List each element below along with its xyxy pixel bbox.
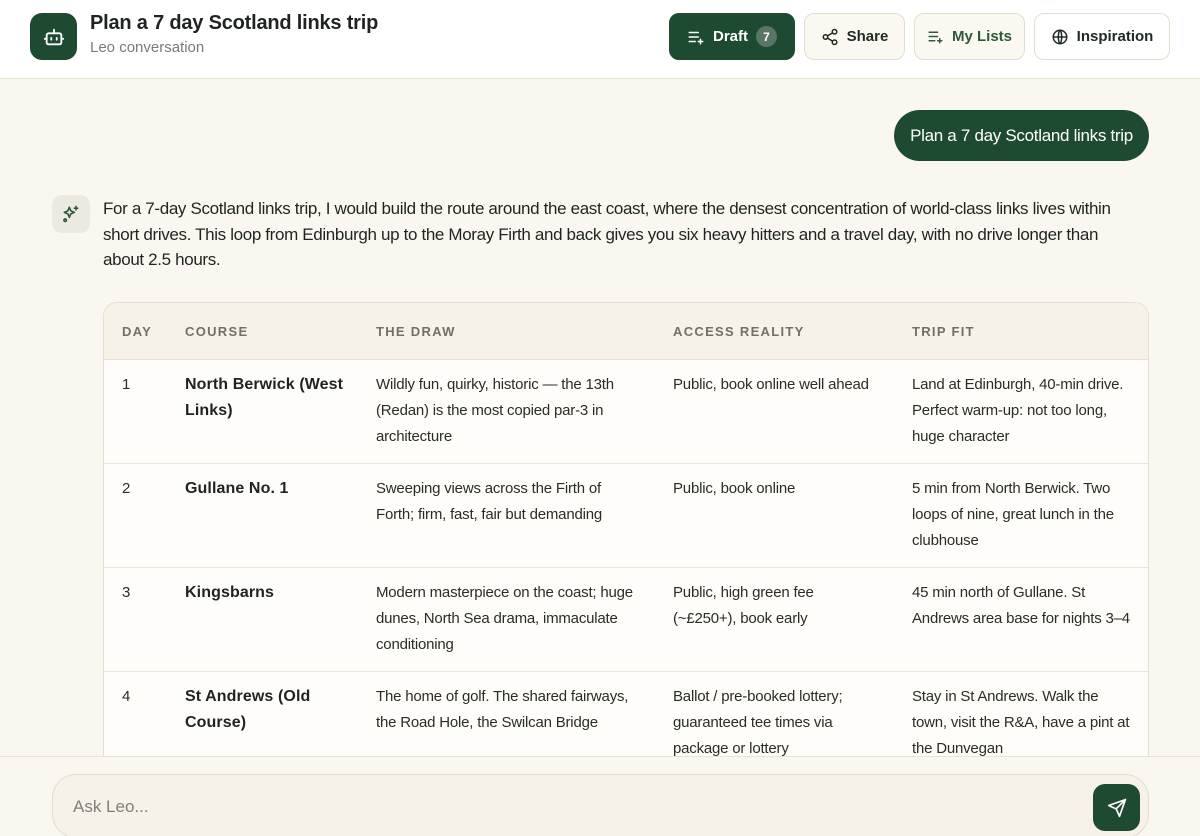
- draft-label: Draft: [712, 28, 748, 45]
- cell-trip-fit: Land at Edinburgh, 40-min drive. Perfect…: [912, 376, 1124, 445]
- page-title: Plan a 7 day Scotland links trip: [90, 12, 379, 34]
- cell-day: 4: [122, 688, 131, 705]
- cell-access: Ballot / pre-booked lottery; guaranteed …: [673, 688, 843, 757]
- robot-icon: [43, 28, 64, 45]
- app-logo[interactable]: [30, 13, 77, 60]
- cell-draw: The home of golf. The shared fairways, t…: [376, 688, 629, 731]
- column-header-access: ACCESS REALITY: [673, 324, 805, 339]
- cell-draw: Sweeping views across the Firth of Forth…: [376, 480, 603, 523]
- title-block: Plan a 7 day Scotland links trip Leo con…: [90, 12, 378, 56]
- send-button[interactable]: [1093, 784, 1140, 831]
- cell-course: Kingsbarns: [185, 584, 275, 601]
- list-plus-icon: [928, 31, 943, 44]
- globe-icon: [1052, 29, 1068, 44]
- column-header-day: DAY: [122, 324, 153, 339]
- cell-day: 1: [122, 376, 131, 393]
- cell-access: Public, book online: [673, 480, 796, 497]
- cell-access: Public, high green fee (~£250+), book ea…: [673, 584, 814, 627]
- share-icon: [822, 28, 838, 45]
- table-row: 2 Gullane No. 1 Sweeping views across th…: [104, 464, 1148, 568]
- send-icon: [1107, 798, 1126, 817]
- draft-count-badge: 7: [756, 26, 777, 47]
- column-header-trip-fit: TRIP FIT: [912, 324, 975, 339]
- column-header-course: COURSE: [185, 324, 249, 339]
- cell-course: St Andrews (Old Course): [185, 688, 311, 731]
- app-header: Plan a 7 day Scotland links trip Leo con…: [0, 0, 1200, 79]
- assistant-avatar: [52, 195, 90, 233]
- cell-access: Public, book online well ahead: [673, 376, 869, 393]
- cell-trip-fit: 5 min from North Berwick. Two loops of n…: [912, 480, 1114, 549]
- column-header-draw: THE DRAW: [376, 324, 456, 339]
- draft-button[interactable]: Draft 7: [669, 13, 795, 60]
- assistant-message: For a 7-day Scotland links trip, I would…: [103, 199, 1111, 269]
- cell-trip-fit: Stay in St Andrews. Walk the town, visit…: [912, 688, 1130, 757]
- share-label: Share: [846, 28, 889, 45]
- inspiration-button[interactable]: Inspiration: [1034, 13, 1170, 60]
- itinerary-table: DAY COURSE THE DRAW ACCESS REALITY TRIP …: [103, 302, 1149, 822]
- my-lists-button[interactable]: My Lists: [914, 13, 1025, 60]
- user-message-bubble: Plan a 7 day Scotland links trip: [894, 110, 1149, 161]
- table-row: 1 North Berwick (West Links) Wildly fun,…: [104, 360, 1148, 464]
- page-subtitle: Leo conversation: [90, 39, 205, 56]
- inspiration-label: Inspiration: [1076, 28, 1154, 45]
- share-button[interactable]: Share: [804, 13, 905, 60]
- cell-draw: Wildly fun, quirky, historic — the 13th …: [376, 376, 614, 445]
- my-lists-label: My Lists: [951, 28, 1012, 45]
- cell-draw: Modern masterpiece on the coast; huge du…: [376, 584, 633, 653]
- list-plus-icon: [688, 31, 704, 44]
- table-header: DAY COURSE THE DRAW ACCESS REALITY TRIP …: [104, 303, 1148, 360]
- cell-day: 2: [122, 480, 131, 497]
- sparkle-icon: [63, 205, 79, 223]
- ask-input[interactable]: [73, 789, 1053, 825]
- cell-trip-fit: 45 min north of Gullane. St Andrews area…: [912, 584, 1130, 627]
- cell-day: 3: [122, 584, 131, 601]
- composer: [52, 774, 1149, 836]
- cell-course: North Berwick (West Links): [185, 376, 344, 419]
- cell-course: Gullane No. 1: [185, 480, 289, 497]
- table-row: 3 Kingsbarns Modern masterpiece on the c…: [104, 568, 1148, 672]
